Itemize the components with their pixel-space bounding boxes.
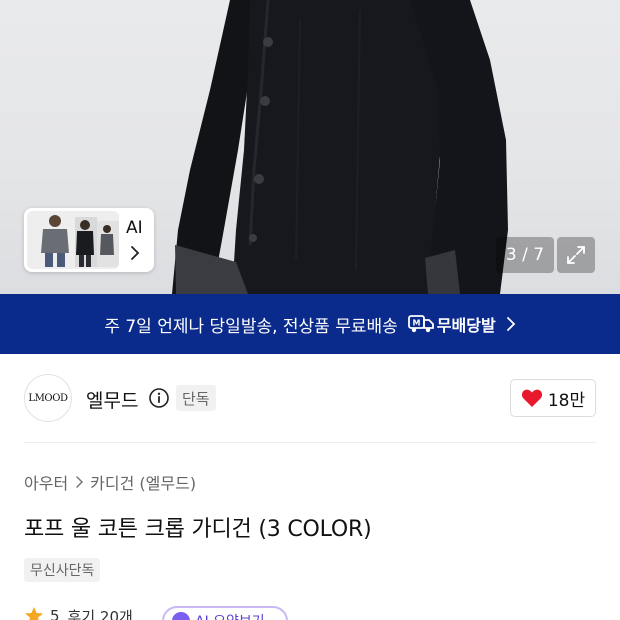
- delivery-truck-icon: M: [407, 315, 434, 333]
- product-image[interactable]: AI 3 / 7: [0, 0, 620, 294]
- product-title: 포프 울 코튼 크롭 가디건 (3 COLOR): [24, 517, 372, 542]
- brand-logo[interactable]: LMOOD: [24, 374, 72, 422]
- exclusive-badge: 단독: [176, 385, 216, 411]
- breadcrumb-item-cardigan[interactable]: 카디건 (엘무드): [90, 470, 196, 494]
- free-shipping-badge: M 무배당발: [407, 312, 496, 336]
- ai-summary-button[interactable]: AI 요약보기: [162, 606, 288, 620]
- rating-summary[interactable]: 5 후기 20개: [24, 606, 133, 620]
- divider: [24, 442, 596, 443]
- info-icon[interactable]: [148, 387, 170, 409]
- badge-letter: M: [412, 319, 420, 328]
- ai-outfit-card[interactable]: AI: [24, 208, 154, 272]
- chevron-right-icon: [506, 317, 515, 331]
- ai-outfit-thumbnail: [27, 211, 119, 269]
- brand-row: LMOOD 엘무드 단독 18만: [24, 374, 596, 422]
- brand-name[interactable]: 엘무드: [86, 386, 138, 413]
- breadcrumb-item-outer[interactable]: 아우터: [24, 470, 68, 494]
- image-counter: 3 / 7: [496, 237, 554, 273]
- rating-score: 5: [50, 607, 60, 620]
- expand-icon: [567, 246, 585, 264]
- review-count: 후기 20개: [67, 607, 133, 620]
- shipping-banner[interactable]: 주 7일 언제나 당일발송, 전상품 무료배송 M 무배당발: [0, 294, 620, 354]
- like-button[interactable]: 18만: [510, 379, 596, 417]
- ai-sparkle-icon: [172, 612, 190, 620]
- expand-button[interactable]: [557, 237, 595, 273]
- free-shipping-label: 무배당발: [436, 316, 496, 335]
- like-count: 18만: [547, 390, 586, 411]
- musinsa-exclusive-tag: 무신사단독: [24, 558, 101, 582]
- ai-card-label: AI: [126, 218, 143, 238]
- ai-summary-label: AI 요약보기: [195, 611, 265, 620]
- chevron-right-icon: [76, 476, 84, 488]
- heart-icon: [521, 389, 542, 407]
- breadcrumb: 아우터 카디건 (엘무드): [24, 470, 196, 494]
- chevron-right-icon: [131, 246, 140, 260]
- shipping-banner-text: 주 7일 언제나 당일발송, 전상품 무료배송: [104, 316, 398, 337]
- star-icon: [25, 607, 43, 620]
